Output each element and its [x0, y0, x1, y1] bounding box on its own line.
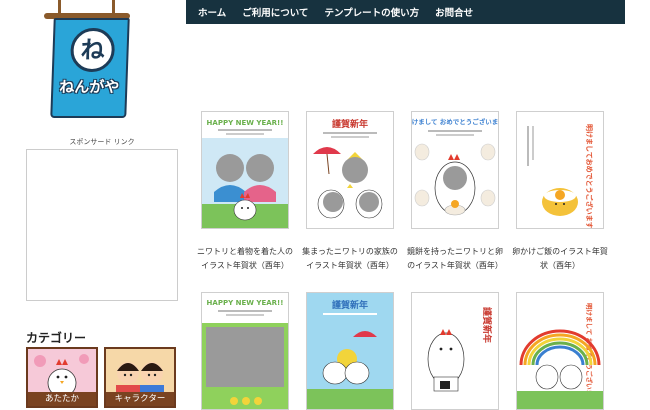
- template-card[interactable]: 謹賀新年: [411, 292, 499, 410]
- chicken-illustration-icon: [28, 349, 96, 397]
- category-heading: カテゴリー: [26, 331, 87, 345]
- card-2-illustration: 謹賀新年: [307, 112, 393, 228]
- nav-home[interactable]: ホーム: [198, 5, 226, 19]
- nav-contact[interactable]: お問合せ: [435, 5, 473, 19]
- site-logo[interactable]: ね ねんがや: [44, 0, 130, 118]
- sponsor-label: スポンサード リンク: [69, 138, 135, 146]
- category-character[interactable]: キャラクター: [104, 347, 176, 408]
- category-warm[interactable]: あたたか: [26, 347, 98, 408]
- children-illustration-icon: [106, 349, 174, 397]
- template-card[interactable]: 謹賀新年: [306, 292, 394, 410]
- card-3-illustration: 明けまして おめでとうございます: [412, 112, 498, 228]
- card-1-caption[interactable]: ニワトリと着物を着た人のイラスト年賀状（酉年）: [197, 245, 293, 273]
- template-card[interactable]: HAPPY NEW YEAR!!: [201, 111, 289, 229]
- card-2-caption[interactable]: 集まったニワトリの家族のイラスト年賀状（酉年）: [302, 245, 398, 273]
- logo-banner: ね ねんがや: [50, 18, 130, 118]
- card-8-illustration: 明けまして おめでとうございます: [517, 293, 603, 409]
- logo-mark: ね: [69, 28, 116, 72]
- card-7-illustration: 謹賀新年: [412, 293, 498, 409]
- nav-about[interactable]: ご利用について: [242, 5, 308, 19]
- card-1-header: HAPPY NEW YEAR!!: [207, 119, 284, 127]
- card-6-illustration: 謹賀新年: [307, 293, 393, 409]
- card-1-illustration: HAPPY NEW YEAR!!: [202, 112, 288, 228]
- card-6-header: 謹賀新年: [332, 299, 368, 311]
- card-2-header: 謹賀新年: [332, 118, 368, 130]
- card-5-header: HAPPY NEW YEAR!!: [207, 299, 284, 307]
- template-card[interactable]: 謹賀新年: [306, 111, 394, 229]
- template-card[interactable]: 明けまして おめでとうございます: [516, 292, 604, 410]
- card-7-header: 謹賀新年: [481, 307, 493, 343]
- card-3-caption[interactable]: 鏡餅を持ったニワトリと卵のイラスト年賀状（酉年）: [407, 245, 503, 273]
- template-card[interactable]: 明けましておめでとうございます: [516, 111, 604, 229]
- card-4-illustration: 明けましておめでとうございます: [517, 112, 603, 228]
- category-character-label: キャラクター: [106, 392, 174, 406]
- template-card[interactable]: 明けまして おめでとうございます: [411, 111, 499, 229]
- main-nav: ホーム ご利用について テンプレートの使い方 お問合せ: [186, 0, 625, 24]
- card-4-caption[interactable]: 卵かけご飯のイラスト年賀状（酉年）: [512, 245, 608, 273]
- card-3-header: 明けまして おめでとうございます: [412, 117, 498, 126]
- logo-name: ねんがや: [59, 78, 120, 96]
- category-warm-label: あたたか: [28, 392, 96, 406]
- ad-slot[interactable]: [26, 149, 178, 301]
- nav-howto[interactable]: テンプレートの使い方: [324, 5, 419, 19]
- template-card[interactable]: HAPPY NEW YEAR!!: [201, 292, 289, 410]
- card-5-illustration: HAPPY NEW YEAR!!: [202, 293, 288, 409]
- card-4-header: 明けましておめでとうございます: [585, 124, 594, 228]
